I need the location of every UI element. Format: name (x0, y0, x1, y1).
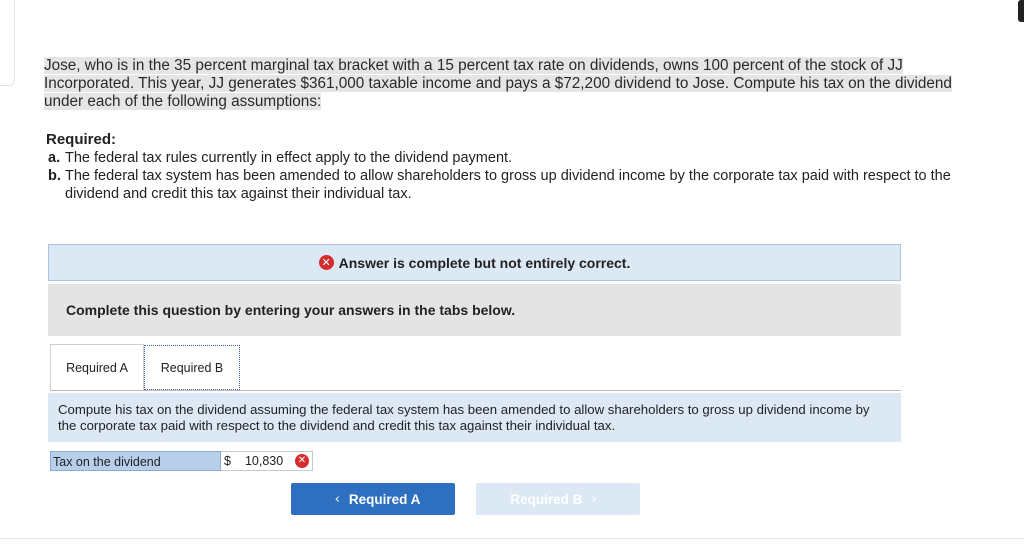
required-item-b: b. The federal tax system has been amend… (46, 167, 976, 203)
chevron-left-icon: ‹ (334, 491, 340, 507)
answer-row: Tax on the dividend $ 10,830 ✕ (50, 451, 313, 471)
tab-bar: Required A Required B (50, 344, 240, 391)
left-panel-edge (0, 0, 15, 86)
tab-required-b[interactable]: Required B (144, 345, 240, 390)
question-line-1: Jose, who is in the 35 percent marginal … (44, 57, 903, 74)
x-circle-icon: ✕ (318, 255, 334, 270)
answer-value[interactable]: 10,830 (245, 452, 283, 470)
prev-button-label: Required A (348, 491, 421, 507)
chevron-right-icon: › (591, 491, 597, 507)
question-text: Jose, who is in the 35 percent marginal … (44, 57, 988, 111)
required-list: a. The federal tax rules currently in ef… (46, 149, 976, 203)
tab-content-text: Compute his tax on the dividend assuming… (58, 402, 870, 433)
answer-label: Tax on the dividend (50, 451, 221, 471)
tab-required-a[interactable]: Required A (50, 344, 144, 391)
required-item-text: The federal tax system has been amended … (65, 168, 951, 202)
required-item-letter: a. (48, 150, 61, 166)
currency-symbol: $ (224, 454, 231, 468)
answer-status-text: Answer is complete but not entirely corr… (338, 254, 631, 271)
required-heading: Required: (46, 131, 117, 148)
instructions-banner: Complete this question by entering your … (48, 284, 901, 336)
question-line-3: under each of the following assumptions: (44, 93, 322, 110)
next-button-label: Required B (510, 491, 583, 507)
x-circle-icon: ✕ (295, 454, 309, 468)
instructions-text: Complete this question by entering your … (66, 302, 516, 318)
required-item-text: The federal tax rules currently in effec… (65, 150, 513, 166)
tab-content-prompt: Compute his tax on the dividend assuming… (48, 393, 901, 442)
tab-divider (50, 390, 901, 391)
answer-status-banner: ✕ Answer is complete but not entirely co… (48, 244, 901, 281)
question-line-2: Incorporated. This year, JJ generates $3… (44, 75, 952, 92)
required-item-letter: b. (48, 168, 61, 184)
bottom-divider (0, 538, 1024, 539)
prev-required-a-button[interactable]: ‹ Required A (291, 483, 455, 515)
next-required-b-button: Required B › (476, 483, 640, 515)
tax-on-dividend-input[interactable]: $ 10,830 ✕ (221, 451, 313, 471)
scrollbar-thumb[interactable] (1018, 0, 1024, 22)
required-item-a: a. The federal tax rules currently in ef… (46, 149, 976, 167)
